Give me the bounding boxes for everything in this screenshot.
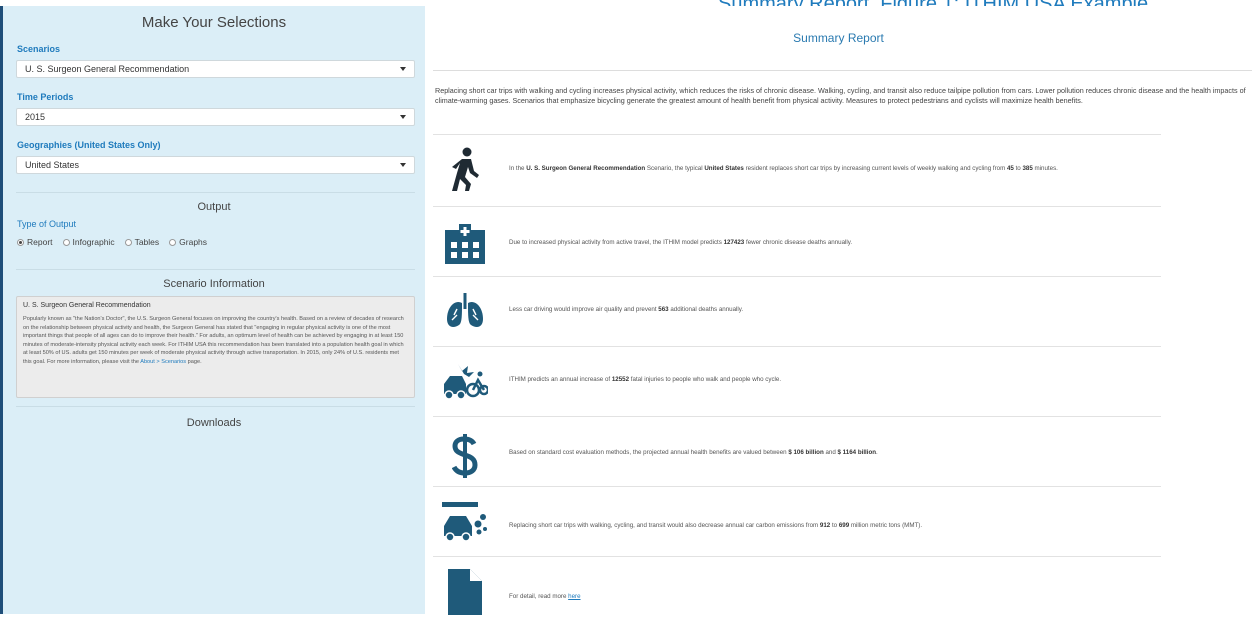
report-row: Due to increased physical activity from … [433,206,1161,276]
dollar-icon [440,431,490,481]
row-text: Based on standard cost evaluation method… [509,449,789,456]
radio-dot [124,238,132,246]
row-text: Due to increased physical activity from … [509,239,724,246]
divider [433,70,1252,71]
geographies-label: Geographies (United States Only) [17,140,161,150]
scenario-info-heading: Scenario Information [163,278,265,290]
row-text: In the [509,165,527,172]
row-value: 385 [1022,165,1033,172]
radio-dot [62,238,70,246]
report-row: For detail, read more here [433,556,1161,617]
row-value: 127423 [723,239,745,246]
radio-label: Graphs [179,237,208,247]
time-periods-value: 2015 [25,112,46,122]
scenarios-label: Scenarios [17,44,61,54]
report-row: In the U. S. Surgeon General Recommendat… [433,134,1161,204]
chevron-down-icon [400,115,406,119]
scenario-info-text: Popularly known as "the Nation's Doctor"… [23,315,408,367]
row-value: U. S. Surgeon General Recommendation [526,165,646,172]
row-detail-text: For detail, read more here [509,593,581,600]
row-text: resident replaces short car trips by inc… [743,165,1007,172]
output-type-radios: Report Infographic Tables Graphs [17,237,425,247]
row-text: fewer chronic disease deaths annually. [744,239,853,246]
sidebar-title: Make Your Selections [141,14,287,31]
radio-tables[interactable]: Tables [124,237,160,247]
radio-report[interactable]: Report [17,237,53,247]
row-text: to [830,522,839,529]
report-row: Less car driving would improve air quali… [433,276,1161,346]
row-walking-text: In the U. S. Surgeon General Recommendat… [509,165,1058,172]
radio-label: Report [27,237,53,247]
row-value: United States [704,165,744,172]
row-chronic-disease-text: Due to increased physical activity from … [509,239,852,246]
row-text: million metric tons (MMT). [849,522,923,529]
scenario-info-box: U. S. Surgeon General Recommendation Pop… [16,296,415,398]
scenarios-value: U. S. Surgeon General Recommendation [25,64,190,74]
radio-label: Tables [134,237,160,247]
row-text: additional deaths annually. [668,306,744,313]
row-value: $ 106 billion [788,449,824,456]
row-value: 563 [658,306,669,313]
row-text: minutes. [1032,165,1058,172]
downloads-heading: Downloads [186,417,242,429]
row-text: For detail, read more [509,593,569,600]
walking-person-icon [440,145,490,195]
radio-dot-selected [17,238,24,246]
divider [16,406,415,407]
type-of-output-label: Type of Output [17,219,77,229]
geographies-select[interactable]: United States [16,156,415,174]
time-periods-select[interactable]: 2015 [16,108,415,126]
read-more-link[interactable]: here [568,593,580,600]
row-text: Scenario, the typical [645,165,705,172]
report-row: ITHIM predicts an annual increase of 125… [433,346,1161,416]
row-value: $ 1164 billion [837,449,877,456]
row-text: and [823,449,838,456]
report-row: Based on standard cost evaluation method… [433,416,1161,486]
divider [16,192,415,193]
scenario-info-body: Popularly known as "the Nation's Doctor"… [23,316,404,365]
lungs-icon [440,287,490,337]
radio-label: Infographic [72,237,115,247]
crash-icon [440,357,490,407]
row-value: 45 [1006,165,1014,172]
scenario-info-title: U. S. Surgeon General Recommendation [23,302,151,309]
row-text: Replacing short car trips with walking, … [509,522,820,529]
row-value: 699 [838,522,850,529]
report-row: Replacing short car trips with walking, … [433,486,1161,556]
row-value: 912 [819,522,831,529]
row-air-quality-text: Less car driving would improve air quali… [509,306,743,313]
row-text: . [876,449,878,456]
row-text: Less car driving would improve air quali… [509,306,659,313]
radio-dot [169,238,177,246]
chevron-down-icon [400,67,406,71]
geographies-value: United States [25,160,80,170]
selection-sidebar: Make Your Selections Scenarios U. S. Sur… [3,6,425,614]
scenarios-select[interactable]: U. S. Surgeon General Recommendation [16,60,415,78]
chevron-down-icon [400,163,406,167]
document-icon [440,567,490,617]
hospital-icon [440,219,490,269]
radio-infographic[interactable]: Infographic [62,237,115,247]
row-text: fatal injuries to people who walk and pe… [629,376,782,383]
row-value: 12552 [611,376,630,383]
about-scenarios-link[interactable]: About > Scenarios [140,359,186,365]
output-heading: Output [197,201,231,213]
page-title: Summary Report [793,31,884,45]
summary-report-panel: Summary Report Replacing short car trips… [425,6,1252,617]
row-text: ITHIM predicts an annual increase of [509,376,612,383]
row-injuries-text: ITHIM predicts an annual increase of 125… [509,376,781,383]
row-carbon-text: Replacing short car trips with walking, … [509,522,922,529]
row-health-benefits-text: Based on standard cost evaluation method… [509,449,878,456]
radio-graphs[interactable]: Graphs [169,237,207,247]
time-periods-label: Time Periods [17,92,74,102]
scenario-info-end: page. [186,358,202,365]
report-intro: Replacing short car trips with walking a… [435,86,1246,105]
car-emissions-icon [440,497,490,547]
divider [16,269,415,270]
